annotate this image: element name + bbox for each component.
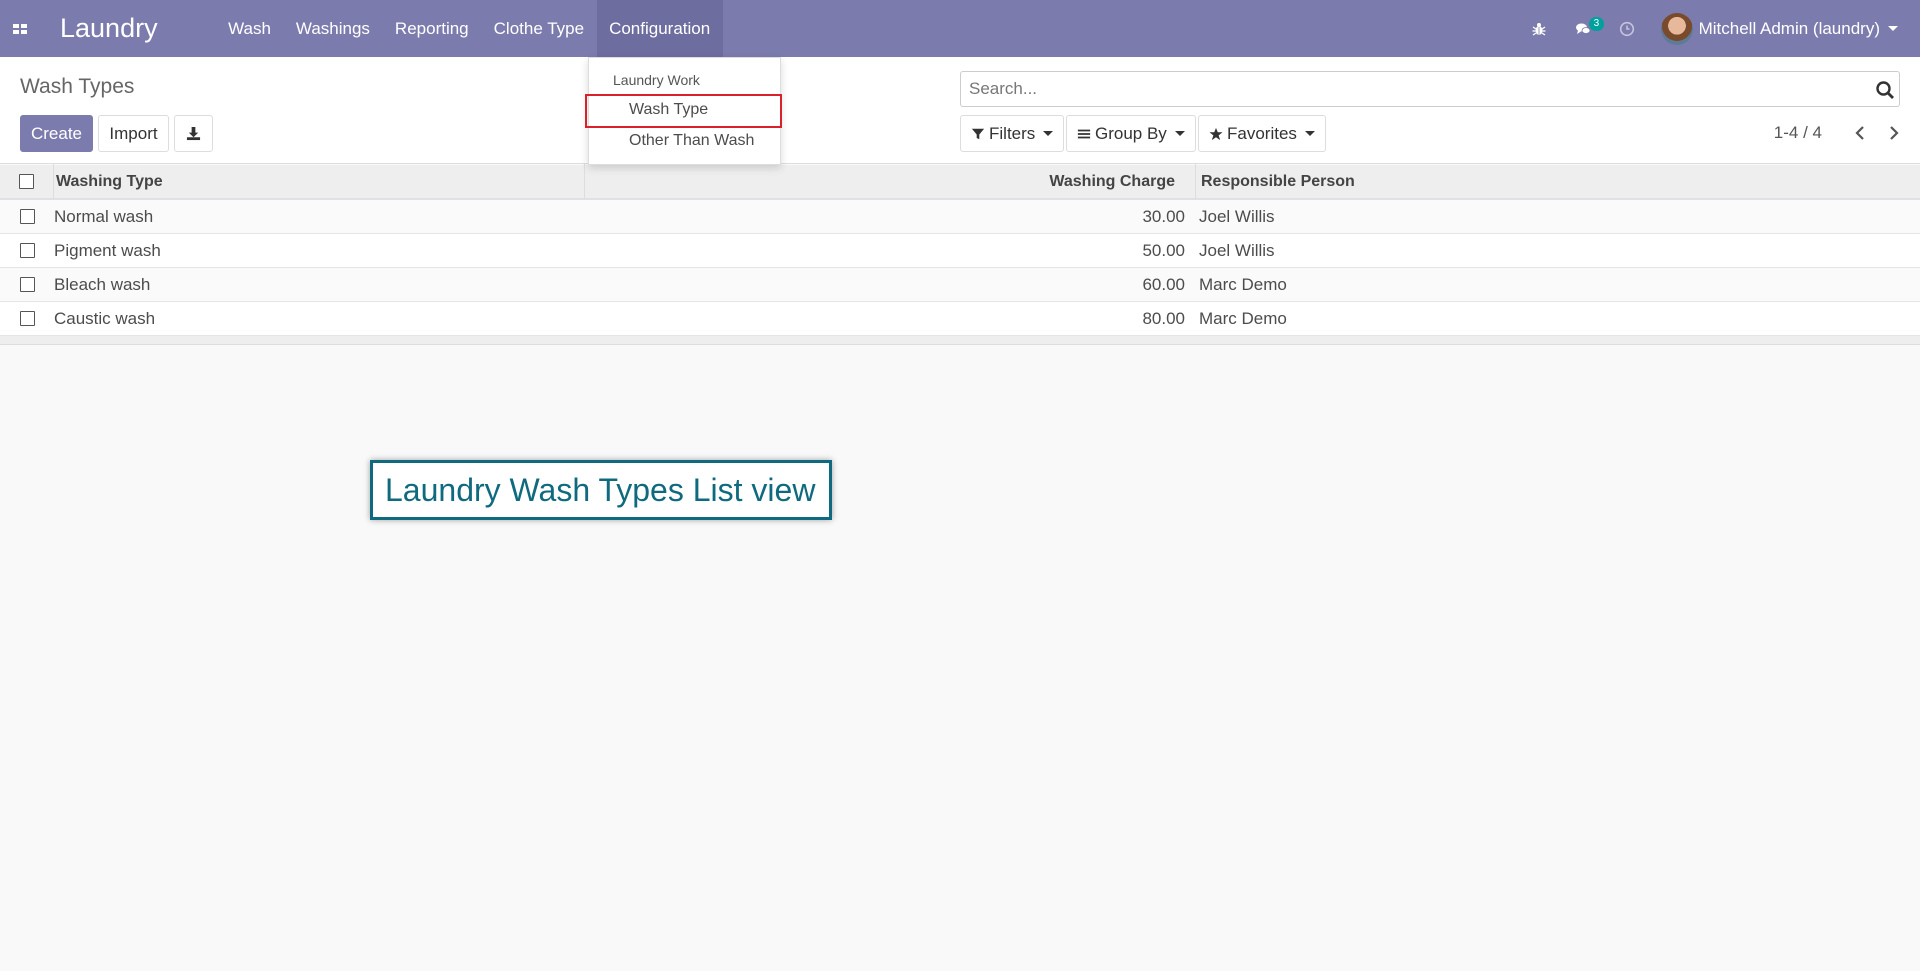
main-menu: Wash Washings Reporting Clothe Type Conf… xyxy=(216,0,723,57)
row-checkbox[interactable] xyxy=(19,243,35,258)
menu-item-washings[interactable]: Washings xyxy=(283,0,382,57)
user-menu[interactable]: Mitchell Admin (laundry) xyxy=(1660,12,1898,45)
cell-responsible-person: Marc Demo xyxy=(1199,274,1287,294)
navbar-systray: 3 Mitchell Admin (laundry) xyxy=(1517,0,1920,57)
activity-clock-icon[interactable] xyxy=(1605,0,1649,57)
table-row[interactable]: Normal wash 30.00 Joel Willis xyxy=(0,200,1920,234)
user-name: Mitchell Admin (laundry) xyxy=(1698,18,1880,38)
chevron-left-icon xyxy=(1855,126,1864,140)
row-select-cell xyxy=(0,209,54,224)
select-all-checkbox[interactable] xyxy=(19,174,34,189)
pager-next-button[interactable] xyxy=(1882,119,1906,147)
table-footer xyxy=(0,336,1920,344)
apps-menu-icon[interactable] xyxy=(0,0,40,57)
table-row[interactable]: Bleach wash 60.00 Marc Demo xyxy=(0,268,1920,302)
export-download-button[interactable] xyxy=(174,115,213,152)
menu-item-reporting[interactable]: Reporting xyxy=(382,0,481,57)
chevron-down-icon xyxy=(1304,131,1315,136)
download-icon xyxy=(186,126,201,141)
select-all-cell xyxy=(0,164,54,199)
cell-washing-charge: 80.00 xyxy=(1142,308,1185,328)
top-navbar: Laundry Wash Washings Reporting Clothe T… xyxy=(0,0,1920,57)
import-button[interactable]: Import xyxy=(98,115,169,152)
column-header-responsible-person[interactable]: Responsible Person xyxy=(1196,173,1355,191)
annotation-callout: Laundry Wash Types List view xyxy=(370,460,832,520)
column-header-washing-type[interactable]: Washing Type xyxy=(54,164,585,199)
cell-responsible-person: Joel Willis xyxy=(1199,240,1275,260)
pager-value[interactable]: 1-4 / 4 xyxy=(1774,123,1822,143)
table-row[interactable]: Caustic wash 80.00 Marc Demo xyxy=(0,302,1920,336)
row-checkbox[interactable] xyxy=(19,209,35,224)
cell-washing-type: Normal wash xyxy=(54,206,154,226)
filter-icon xyxy=(971,128,985,139)
table-header: Washing Type Washing Charge Responsible … xyxy=(0,164,1920,200)
cell-responsible-person: Marc Demo xyxy=(1199,308,1287,328)
row-checkbox[interactable] xyxy=(19,311,35,326)
bars-icon xyxy=(1077,129,1091,138)
chevron-down-icon xyxy=(1888,26,1898,31)
control-panel: Wash Types Create Import Filters Group B… xyxy=(0,57,1920,164)
search-box xyxy=(960,71,1900,107)
row-select-cell xyxy=(0,243,54,258)
cell-washing-type: Bleach wash xyxy=(54,274,151,294)
group-by-button[interactable]: Group By xyxy=(1066,115,1196,152)
cell-washing-charge: 30.00 xyxy=(1142,206,1185,226)
chat-messages-icon[interactable]: 3 xyxy=(1561,0,1605,57)
group-by-label: Group By xyxy=(1095,123,1167,143)
table-body: Normal wash 30.00 Joel Willis Pigment wa… xyxy=(0,200,1920,336)
column-header-washing-charge[interactable]: Washing Charge xyxy=(585,164,1196,199)
cell-washing-type: Caustic wash xyxy=(54,308,156,328)
cell-washing-type: Pigment wash xyxy=(54,240,161,260)
favorites-button[interactable]: Favorites xyxy=(1198,115,1326,152)
menu-item-clothe-type[interactable]: Clothe Type xyxy=(481,0,596,57)
table-row[interactable]: Pigment wash 50.00 Joel Willis xyxy=(0,234,1920,268)
chevron-right-icon xyxy=(1890,126,1899,140)
dropdown-item-other-than-wash[interactable]: Other Than Wash xyxy=(629,132,754,150)
highlight-marker xyxy=(585,94,782,128)
chat-count-badge: 3 xyxy=(1588,17,1605,31)
search-input[interactable] xyxy=(961,72,1899,106)
filters-label: Filters xyxy=(989,123,1036,143)
debug-bug-icon[interactable] xyxy=(1517,0,1561,57)
row-checkbox[interactable] xyxy=(19,277,35,292)
user-avatar xyxy=(1660,12,1693,45)
pager-previous-button[interactable] xyxy=(1848,119,1872,147)
app-brand[interactable]: Laundry xyxy=(60,13,158,44)
row-select-cell xyxy=(0,311,54,326)
chevron-down-icon xyxy=(1174,131,1185,136)
menu-item-wash[interactable]: Wash xyxy=(216,0,284,57)
favorites-label: Favorites xyxy=(1227,123,1297,143)
star-icon xyxy=(1209,127,1223,140)
breadcrumb: Wash Types xyxy=(20,75,135,98)
cell-washing-charge: 50.00 xyxy=(1142,240,1185,260)
wash-types-table: Washing Type Washing Charge Responsible … xyxy=(0,164,1920,345)
dropdown-section-header: Laundry Work xyxy=(613,72,700,88)
cell-responsible-person: Joel Willis xyxy=(1199,206,1275,226)
row-select-cell xyxy=(0,277,54,292)
chevron-down-icon xyxy=(1043,131,1054,136)
menu-item-configuration[interactable]: Configuration xyxy=(596,0,723,57)
filters-button[interactable]: Filters xyxy=(960,115,1065,152)
create-button[interactable]: Create xyxy=(20,115,93,152)
search-icon[interactable] xyxy=(1875,80,1895,100)
cell-washing-charge: 60.00 xyxy=(1142,274,1185,294)
